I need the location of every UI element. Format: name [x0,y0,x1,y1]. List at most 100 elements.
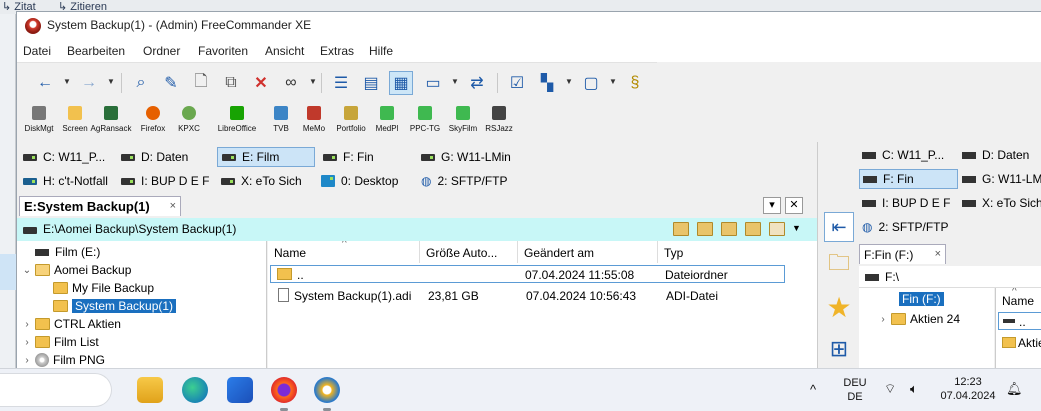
menu-bearbeiten[interactable]: Bearbeiten [67,44,125,58]
preview-dropdown-icon[interactable]: ▼ [451,77,459,86]
folder-favorite-icon[interactable] [697,222,713,236]
drive-d[interactable]: D: Daten [117,147,192,167]
taskbar-search[interactable] [0,373,112,407]
store-icon[interactable] [227,377,253,403]
freecommander-app-icon[interactable] [25,18,41,34]
binoculars-dropdown-icon[interactable]: ▼ [309,77,317,86]
pane-menu-button[interactable]: ▾ [763,197,781,214]
drive-x[interactable]: X: eTo Sich [217,171,306,191]
right-drive-g[interactable]: G: W11-LM [959,169,1041,189]
column-header-type[interactable]: Typ [658,241,784,263]
launch-kpxc[interactable]: KPXC [167,106,211,133]
drive-g[interactable]: G: W11-LMin [417,147,515,167]
pane-close-button[interactable]: ✕ [785,197,803,214]
close-tab-icon[interactable]: × [170,200,176,212]
folder-doc-icon[interactable] [769,222,785,236]
grid-dropdown-icon[interactable]: ▼ [565,77,573,86]
right-drive-f[interactable]: F: Fin [859,169,958,189]
launch-libreoffice[interactable]: LibreOffice [215,106,259,133]
back-dropdown-icon[interactable]: ▼ [63,77,71,86]
tree-node-folder[interactable]: › Film List [21,333,98,351]
right-current-path[interactable]: F:\ [885,270,899,284]
delete-x-icon[interactable]: ✕ [249,71,273,95]
folder-root-icon[interactable] [745,222,761,236]
folder-history-icon[interactable] [673,222,689,236]
drive-f[interactable]: F: Fin [319,147,378,167]
expander-icon[interactable]: ⌄ [21,265,33,276]
tree-node-drive[interactable]: Film (E:) [21,243,100,261]
binoculars-icon[interactable]: ∞ [279,71,303,95]
current-path[interactable]: E:\Aomei Backup\System Backup(1) [43,222,236,236]
language-indicator[interactable]: DEU DE [843,376,867,404]
path-dropdown-icon[interactable]: ▼ [792,223,801,233]
expander-icon[interactable]: › [21,337,33,348]
window-icon[interactable]: ▢ [579,71,603,95]
column-header-modified[interactable]: Geändert am [518,241,658,263]
right-drive-i[interactable]: I: BUP D E F [859,193,953,213]
menu-extras[interactable]: Extras [320,44,354,58]
panel-view-icon[interactable]: ▤ [359,71,383,95]
compare-panels-icon[interactable]: ⇤ [824,212,854,242]
clock[interactable]: 12:23 07.04.2024 [938,375,998,403]
file-explorer-icon[interactable] [137,377,163,403]
right-drive-c[interactable]: C: W11_P... [859,145,947,165]
favorites-star-icon[interactable]: ★ [824,292,854,323]
table-row[interactable]: System Backup(1).adi 23,81 GB 07.04.2024… [270,287,785,305]
pencil-icon[interactable]: ✎ [159,71,183,95]
firefox-icon[interactable] [271,377,297,411]
folder-add-icon[interactable]: 🗀 [824,250,854,280]
menu-favoriten[interactable]: Favoriten [198,44,248,58]
edge-icon[interactable] [182,377,208,403]
details-view-icon[interactable]: ▦ [389,71,413,95]
expander-icon[interactable]: › [21,319,33,330]
tree-node-disk[interactable]: › Film PNG [21,351,105,369]
drive-h[interactable]: H: c't-Notfall [19,171,112,191]
grid-icon[interactable]: ▚ [535,71,559,95]
expander-icon[interactable]: › [877,314,889,325]
column-header-name[interactable]: Name [268,241,420,263]
menu-datei[interactable]: Datei [23,44,51,58]
wifi-icon[interactable]: ⌔ [884,381,896,397]
table-row[interactable]: Aktien [998,334,1041,352]
drive-e[interactable]: E: Film [217,147,315,167]
drive-0-desktop[interactable]: 0: Desktop [317,171,402,191]
search-icon[interactable]: ⌕ [129,71,153,95]
freecommander-icon[interactable] [314,377,340,411]
window-dropdown-icon[interactable]: ▼ [609,77,617,86]
forward-arrow-icon[interactable]: → [77,71,101,95]
drive-i[interactable]: I: BUP D E F [117,171,213,191]
table-row[interactable]: .. 07.04.2024 11:55:08 Dateiordner [270,265,785,283]
menu-hilfe[interactable]: Hilfe [369,44,393,58]
launch-agransack[interactable]: AgRansack [89,106,133,133]
notification-bell-icon[interactable]: 🔔︎ [1006,381,1023,397]
tree-node-folder[interactable]: › Aktien 24 [877,310,960,328]
expander-icon[interactable]: › [21,355,33,366]
script-icon[interactable]: § [623,71,647,95]
checklist-icon[interactable]: ☑ [505,71,529,95]
right-drive-x[interactable]: X: eTo Sich [959,193,1041,213]
copy-icon[interactable]: ⧉ [219,71,243,95]
tree-node-folder[interactable]: › CTRL Aktien [21,315,121,333]
menu-ansicht[interactable]: Ansicht [265,44,304,58]
drive-c[interactable]: C: W11_P... [19,147,109,167]
tree-node-selected[interactable]: System Backup(1) [39,297,177,315]
launch-rsjazz[interactable]: RSJazz [477,106,521,133]
column-header-name[interactable]: Name [1002,294,1034,308]
tree-node-folder[interactable]: ⌄ Aomei Backup [21,261,132,279]
tray-chevron-icon[interactable]: ^ [810,382,816,397]
tab-fin[interactable]: F:Fin (F:) × [859,244,946,264]
right-drive-2-sftp[interactable]: ◍ 2: SFTP/FTP [859,217,952,237]
sync-icon[interactable]: ⇄ [465,71,489,95]
table-row[interactable]: .. [998,312,1041,330]
new-file-icon[interactable]: 🗋 [189,71,213,95]
back-arrow-icon[interactable]: ← [33,71,57,95]
close-tab-icon[interactable]: × [935,248,941,260]
tab-system-backup[interactable]: E:System Backup(1) × [19,196,181,216]
tree-node-folder[interactable]: My File Backup [39,279,154,297]
forward-dropdown-icon[interactable]: ▼ [107,77,115,86]
drive-2-sftp[interactable]: ◍ 2: SFTP/FTP [417,171,512,191]
right-drive-d[interactable]: D: Daten [959,145,1032,165]
menu-ordner[interactable]: Ordner [143,44,180,58]
column-header-size[interactable]: Größe Auto... [420,241,518,263]
copy-list-icon[interactable]: ⊞ [824,334,854,364]
